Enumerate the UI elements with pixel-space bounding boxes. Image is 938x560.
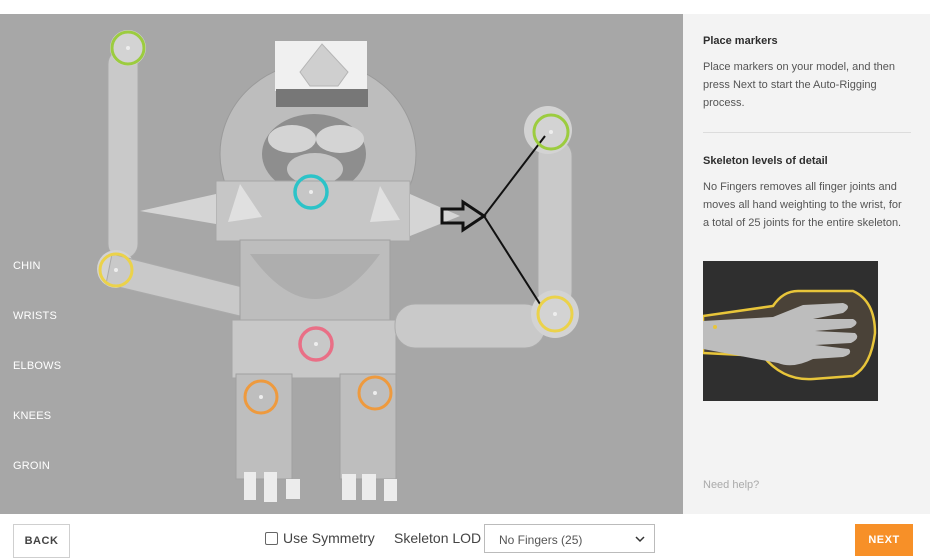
marker-label-wrists: WRISTS: [13, 310, 57, 322]
top-strip: [0, 0, 938, 14]
marker-label-groin: GROIN: [13, 460, 51, 472]
lod-heading: Skeleton levels of detail: [703, 155, 828, 167]
need-help-link[interactable]: Need help?: [703, 479, 759, 491]
lod-text: No Fingers removes all finger joints and…: [703, 181, 902, 229]
chevron-down-icon: [635, 536, 645, 543]
right-edge: [930, 14, 938, 514]
skeleton-lod-value: No Fingers (25): [499, 533, 583, 547]
marker-label-elbows: ELBOWS: [13, 360, 62, 372]
use-symmetry-toggle[interactable]: Use Symmetry: [265, 530, 375, 546]
use-symmetry-label: Use Symmetry: [283, 530, 375, 546]
marker-label-knees: KNEES: [13, 410, 52, 422]
place-markers-text: Place markers on your model, and then pr…: [703, 61, 895, 109]
model-viewport[interactable]: CHIN WRISTS ELBOWS KNEES GROIN: [0, 14, 683, 514]
skeleton-lod-label: Skeleton LOD: [394, 530, 482, 546]
footer-toolbar: BACK Use Symmetry Skeleton LOD No Finger…: [0, 514, 938, 560]
instructions-panel: Place markers Place markers on your mode…: [683, 14, 930, 514]
place-markers-heading: Place markers: [703, 35, 778, 47]
next-button[interactable]: NEXT: [855, 524, 913, 556]
skeleton-lod-select[interactable]: No Fingers (25): [484, 524, 655, 553]
character-model[interactable]: [0, 14, 683, 514]
panel-divider: [703, 132, 911, 133]
back-button[interactable]: BACK: [13, 524, 70, 558]
marker-label-chin: CHIN: [13, 260, 41, 272]
use-symmetry-checkbox[interactable]: [265, 531, 278, 545]
hand-lod-preview: [703, 261, 878, 401]
